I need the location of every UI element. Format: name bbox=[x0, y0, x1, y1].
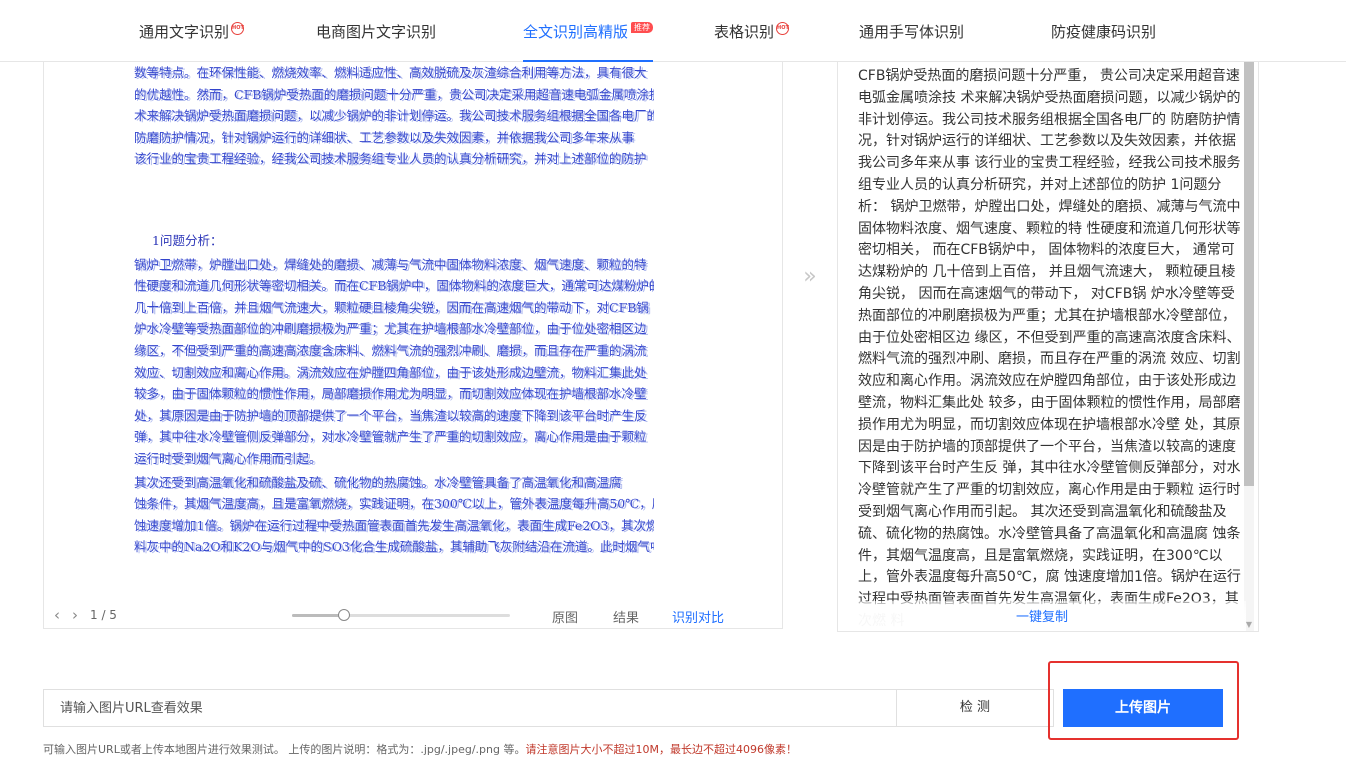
document-line-overlay: 蚀速度增加1倍。锅炉在运行过程中受热面管表面首先发生高温氧化，表面生成Fe2O3… bbox=[136, 518, 654, 534]
tab-label: 通用手写体识别 bbox=[859, 23, 965, 41]
hot-badge: HOT bbox=[231, 22, 245, 35]
upload-hint: 可输入图片URL或者上传本地图片进行效果测试。 上传的图片说明：格式为：.jpg… bbox=[43, 741, 797, 757]
document-line: 蚀速度增加1倍。锅炉在运行过程中受热面管表面首先发生高温氧化，表面生成Fe2O3… bbox=[134, 515, 654, 537]
document-line-overlay: 运行时受到烟气离心作用而引起。 bbox=[136, 451, 324, 467]
result-image-button[interactable]: 结果 bbox=[613, 607, 639, 626]
document-line: 处，其原因是由于防护墙的顶部提供了一个平台，当焦渣以较高的速度下降到该平台时产生… bbox=[134, 405, 654, 427]
document-line: 的优越性。然而，CFB锅炉受热面的磨损问题十分严重，贵公司决定采用超音速电弧金属… bbox=[134, 84, 654, 106]
double-chevron-right-icon: » bbox=[803, 264, 817, 289]
scroll-down-icon[interactable]: ▼ bbox=[1246, 620, 1252, 629]
document-line: 运行时受到烟气离心作用而引起。 运行时受到烟气离心作用而引起。 bbox=[134, 448, 654, 470]
document-line: 术来解决锅炉受热面磨损问题，以减少锅炉的非计划停运。我公司技术服务组根据全国各电… bbox=[134, 105, 654, 127]
document-line: 料灰中的Na2O和K2O与烟气中的SO3化合生成硫酸盐，其辅助飞灰附结沿在流道。… bbox=[134, 536, 654, 558]
tab-label: 全文识别高精版 bbox=[523, 23, 629, 41]
tab-general-ocr[interactable]: 通用文字识别 HOT bbox=[139, 0, 245, 62]
tab-label: 防疫健康码识别 bbox=[1051, 23, 1157, 41]
heading-text: 1问题分析： bbox=[152, 232, 223, 248]
document-paragraph: 其次还受到高温氧化和硫酸盐及硫、硫化物的热腐蚀。水冷壁管具备了高温氧化和高温腐其… bbox=[134, 472, 654, 558]
tab-ecommerce-ocr[interactable]: 电商图片文字识别 bbox=[316, 0, 436, 62]
page-indicator: 1 / 5 bbox=[90, 608, 117, 622]
tab-label: 通用文字识别 bbox=[139, 23, 230, 41]
document-line: 弹，其中往水冷壁管侧反弹部分，对水冷壁管就产生了严重的切割效应，离心作用是由于颗… bbox=[134, 426, 654, 448]
document-line-overlay: 炉水冷壁等受热面部位的冲刷磨损极为严重；尤其在护墙根部水冷壁部位，由于位处密相区… bbox=[136, 322, 649, 338]
document-line-overlay: 效应、切割效应和离心作用。涡流效应在炉膛四角部位，由于该处形成边壁流，物料汇集此… bbox=[136, 365, 649, 381]
document-line-overlay: 较多，由于固体颗粒的惯性作用，局部磨损作用尤为明显，而切割效应体现在护墙根部水冷… bbox=[136, 387, 649, 403]
recognition-result-text: CFB锅炉受热面的磨损问题十分严重， 贵公司决定采用超音速电弧金属喷涂技 术来解… bbox=[858, 68, 1241, 629]
document-line-overlay: 术来解决锅炉受热面磨损问题，以减少锅炉的非计划停运。我公司技术服务组根据全国各电… bbox=[136, 109, 654, 125]
document-line: 性硬度和流道几何形状等密切相关。而在CFB锅炉中，固体物料的浓度巨大，通常可达煤… bbox=[134, 275, 654, 297]
document-line: 防磨防护情况，针对锅炉运行的详细状、工艺参数以及失效因素，并依据我公司多年来从事… bbox=[134, 127, 654, 149]
upload-image-button[interactable]: 上传图片 bbox=[1063, 689, 1223, 727]
document-line: 较多，由于固体颗粒的惯性作用，局部磨损作用尤为明显，而切割效应体现在护墙根部水冷… bbox=[134, 383, 654, 405]
tab-health-code-ocr[interactable]: 防疫健康码识别 bbox=[1051, 0, 1156, 62]
document-line-overlay: 锅炉卫燃带，炉膛出口处，焊缝处的磨损、减薄与气流中固体物料浓度、烟气速度、颗粒的… bbox=[136, 257, 649, 273]
document-line-overlay: 缘区，不但受到严重的高速高浓度含床料、燃料气流的强烈冲刷、磨损，而且存在严重的涡… bbox=[136, 343, 649, 359]
chevron-right-icon[interactable]: › bbox=[66, 606, 84, 624]
hint-warning: 请注意图片大小不超过10M，最长边不超过4096像素！ bbox=[525, 743, 797, 756]
document-line: 效应、切割效应和离心作用。涡流效应在炉膛四角部位，由于该处形成边壁流，物料汇集此… bbox=[134, 362, 654, 384]
detect-button[interactable]: 检 测 bbox=[896, 689, 1054, 727]
tab-label: 表格识别 bbox=[714, 23, 775, 41]
document-line: 缘区，不但受到严重的高速高浓度含床料、燃料气流的强烈冲刷、磨损，而且存在严重的涡… bbox=[134, 340, 654, 362]
original-image-button[interactable]: 原图 bbox=[552, 607, 578, 626]
document-paragraph: 锅炉卫燃带，炉膛出口处，焊缝处的磨损、减薄与气流中固体物料浓度、烟气速度、颗粒的… bbox=[134, 254, 654, 470]
preview-toolbar: ‹ › 1 / 5 原图 结果 识别对比 bbox=[44, 602, 744, 628]
document-line-overlay: 防磨防护情况，针对锅炉运行的详细状、工艺参数以及失效因素，并依据我公司多年来从事 bbox=[136, 130, 637, 146]
hint-text: 可输入图片URL或者上传本地图片进行效果测试。 上传的图片说明：格式为：.jpg… bbox=[43, 743, 526, 756]
document-line: 该行业的宝贵工程经验，经我公司技术服务组专业人员的认真分析研究，并对上述部位的防… bbox=[134, 148, 654, 170]
copy-all-button[interactable]: 一键复制 bbox=[838, 601, 1246, 631]
document-line: 几十倍到上百倍，并且烟气流速大，颗粒硬且棱角尖锐，因而在高速烟气的带动下，对CF… bbox=[134, 297, 654, 319]
zoom-slider[interactable] bbox=[292, 609, 510, 621]
document-paragraph: 数等特点。在环保性能、燃烧效率、燃料适应性、高效脱硫及灰渣综合利用等方法，具有很… bbox=[134, 62, 654, 170]
document-line-overlay: 处，其原因是由于防护墙的顶部提供了一个平台，当焦渣以较高的速度下降到该平台时产生… bbox=[136, 408, 649, 424]
hot-badge: HOT bbox=[776, 22, 790, 35]
document-line: 蚀条件，其烟气温度高，且是富氧燃烧，实践证明，在300℃以上，管外表温度每升高5… bbox=[134, 493, 654, 515]
recommend-badge: 推荐 bbox=[631, 22, 654, 33]
document-line: 其次还受到高温氧化和硫酸盐及硫、硫化物的热腐蚀。水冷壁管具备了高温氧化和高温腐其… bbox=[134, 472, 654, 494]
tab-label: 电商图片文字识别 bbox=[316, 23, 437, 41]
zoom-slider-handle[interactable] bbox=[338, 609, 351, 621]
document-line-overlay: 性硬度和流道几何形状等密切相关。而在CFB锅炉中，固体物料的浓度巨大，通常可达煤… bbox=[136, 279, 654, 295]
chevron-left-icon[interactable]: ‹ bbox=[48, 606, 66, 624]
document-line: 锅炉卫燃带，炉膛出口处，焊缝处的磨损、减薄与气流中固体物料浓度、烟气速度、颗粒的… bbox=[134, 254, 654, 276]
document-line-overlay: 蚀条件，其烟气温度高，且是富氧燃烧，实践证明，在300℃以上，管外表温度每升高5… bbox=[136, 497, 654, 513]
zoom-slider-fill bbox=[292, 614, 345, 617]
tab-bar: 通用文字识别 HOT 电商图片文字识别 全文识别高精版 推荐 表格识别 HOT 通用手… bbox=[0, 0, 1346, 62]
document-line: 炉水冷壁等受热面部位的冲刷磨损极为严重；尤其在护墙根部水冷壁部位，由于位处密相区… bbox=[134, 318, 654, 340]
tab-handwriting-ocr[interactable]: 通用手写体识别 bbox=[859, 0, 964, 62]
tab-fulltext-hd[interactable]: 全文识别高精版 推荐 bbox=[523, 0, 654, 62]
compare-button[interactable]: 识别对比 bbox=[672, 607, 724, 626]
document-line-overlay: 其次还受到高温氧化和硫酸盐及硫、硫化物的热腐蚀。水冷壁管具备了高温氧化和高温腐 bbox=[136, 475, 624, 491]
image-preview-panel: 数等特点。在环保性能、燃烧效率、燃料适应性、高效脱硫及灰渣综合利用等方法，具有很… bbox=[43, 62, 783, 629]
document-line-overlay: 弹，其中往水冷壁管侧反弹部分，对水冷壁管就产生了严重的切割效应，离心作用是由于颗… bbox=[136, 430, 649, 446]
document-line: 数等特点。在环保性能、燃烧效率、燃料适应性、高效脱硫及灰渣综合利用等方法，具有很… bbox=[134, 62, 654, 84]
document-line-overlay: 的优越性。然而，CFB锅炉受热面的磨损问题十分严重，贵公司决定采用超音速电弧金属… bbox=[136, 87, 654, 103]
document-image: 数等特点。在环保性能、燃烧效率、燃料适应性、高效脱硫及灰渣综合利用等方法，具有很… bbox=[134, 62, 654, 602]
result-scrollbar[interactable] bbox=[1244, 62, 1254, 631]
document-line-overlay: 几十倍到上百倍，并且烟气流速大，颗粒硬且棱角尖锐，因而在高速烟气的带动下，对CF… bbox=[136, 300, 651, 316]
tab-table-ocr[interactable]: 表格识别 HOT bbox=[714, 0, 790, 62]
image-url-input[interactable] bbox=[43, 689, 897, 727]
document-line-overlay: 数等特点。在环保性能、燃烧效率、燃料适应性、高效脱硫及灰渣综合利用等方法，具有很… bbox=[136, 66, 649, 81]
document-heading: 1问题分析： bbox=[134, 230, 654, 252]
document-line-overlay: 料灰中的Na2O和K2O与烟气中的SO3化合生成硫酸盐，其辅助飞灰附结沿在流道。… bbox=[136, 540, 654, 556]
document-line-overlay: 该行业的宝贵工程经验，经我公司技术服务组专业人员的认真分析研究，并对上述部位的防… bbox=[136, 152, 649, 168]
scrollbar-thumb[interactable] bbox=[1244, 62, 1254, 486]
result-panel: CFB锅炉受热面的磨损问题十分严重， 贵公司决定采用超音速电弧金属喷涂技 术来解… bbox=[837, 62, 1259, 632]
